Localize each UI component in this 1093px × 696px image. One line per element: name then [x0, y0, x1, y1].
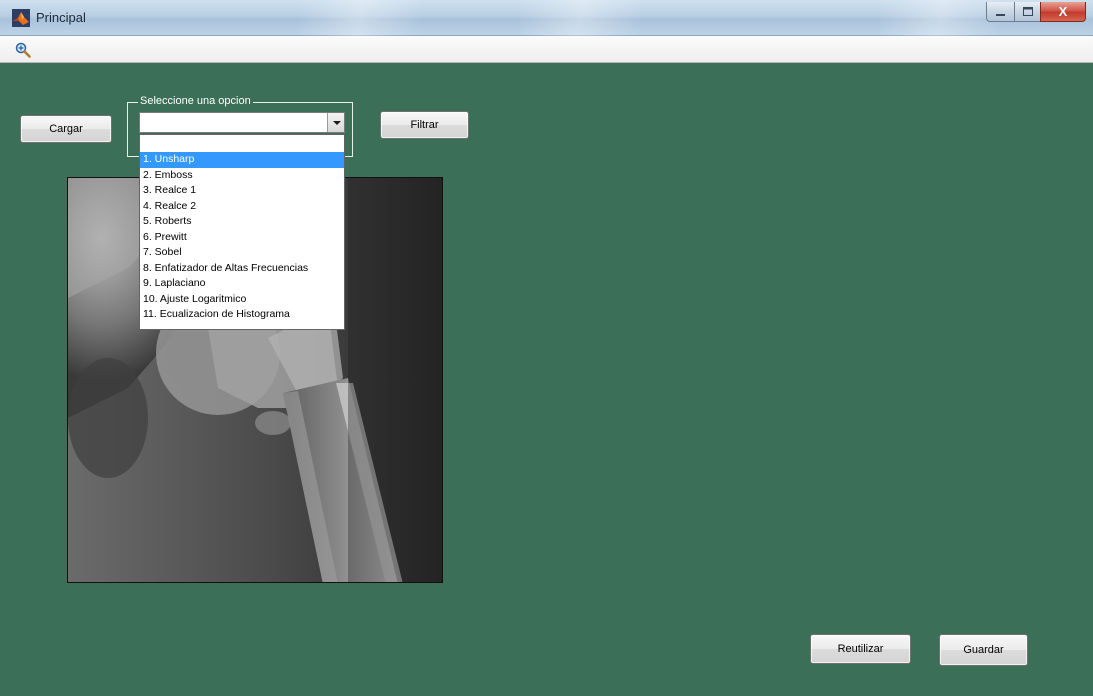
title-bar-glare — [520, 0, 640, 36]
window-controls: X — [986, 2, 1086, 22]
matlab-app-icon — [12, 9, 30, 27]
dropdown-option[interactable]: 10. Ajuste Logaritmico — [140, 292, 344, 308]
title-bar-glare — [300, 0, 420, 36]
maximize-button[interactable] — [1014, 2, 1040, 22]
close-icon: X — [1058, 4, 1068, 19]
dropdown-option-blank[interactable] — [140, 135, 344, 152]
dropdown-option[interactable]: 6. Prewitt — [140, 230, 344, 246]
dropdown-option[interactable]: 3. Realce 1 — [140, 183, 344, 199]
chevron-down-icon[interactable] — [327, 113, 344, 132]
maximize-icon — [1022, 7, 1033, 16]
groupbox-label: Seleccione una opcion — [138, 95, 253, 108]
dropdown-option[interactable]: 1. Unsharp — [140, 152, 344, 168]
filter-select[interactable] — [139, 112, 345, 133]
filtrar-button[interactable]: Filtrar — [380, 111, 469, 139]
dropdown-option[interactable]: 11. Ecualizacion de Histograma — [140, 307, 344, 323]
cargar-button[interactable]: Cargar — [20, 115, 112, 143]
toolbar — [0, 36, 1093, 63]
main-window: Principal X Cargar Seleccione una opcion… — [0, 0, 1093, 696]
window-title: Principal — [36, 10, 86, 25]
zoom-in-icon — [15, 42, 31, 58]
dropdown-option[interactable]: 5. Roberts — [140, 214, 344, 230]
filter-dropdown-list[interactable]: 1. Unsharp 2. Emboss 3. Realce 1 4. Real… — [139, 134, 345, 330]
dropdown-option[interactable]: 8. Enfatizador de Altas Frecuencias — [140, 261, 344, 277]
title-bar-glare — [880, 0, 1000, 36]
dropdown-option[interactable]: 9. Laplaciano — [140, 276, 344, 292]
reutilizar-button[interactable]: Reutilizar — [810, 634, 911, 664]
dropdown-option[interactable]: 2. Emboss — [140, 168, 344, 184]
minimize-icon — [995, 13, 1005, 16]
zoom-in-button[interactable] — [12, 40, 34, 60]
minimize-button[interactable] — [986, 2, 1014, 22]
close-button[interactable]: X — [1040, 2, 1086, 22]
title-bar[interactable]: Principal X — [0, 0, 1093, 36]
select-value — [140, 117, 143, 129]
dropdown-option[interactable]: 4. Realce 2 — [140, 199, 344, 215]
dropdown-option[interactable]: 7. Sobel — [140, 245, 344, 261]
guardar-button[interactable]: Guardar — [939, 634, 1028, 666]
